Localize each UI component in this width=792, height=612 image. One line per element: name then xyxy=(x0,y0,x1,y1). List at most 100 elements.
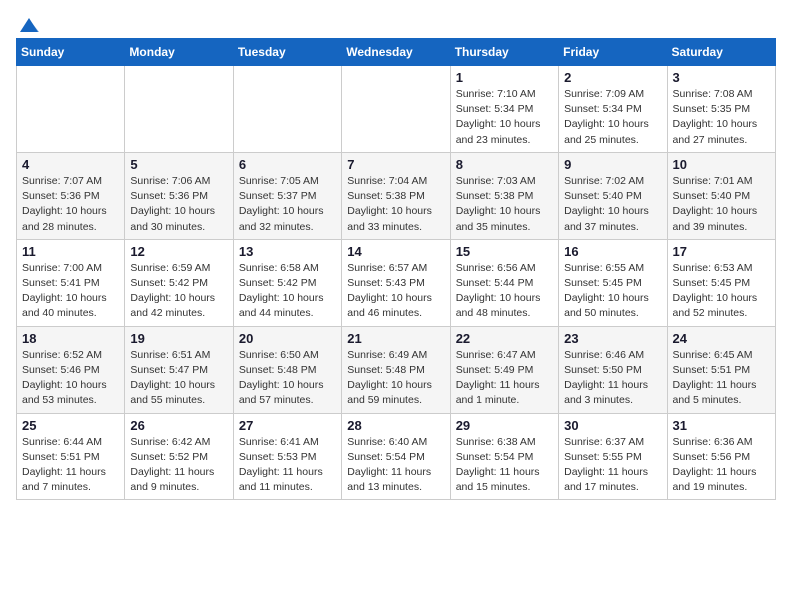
calendar-cell: 26 Sunrise: 6:42 AM Sunset: 5:52 PM Dayli… xyxy=(125,413,233,500)
day-number: 30 xyxy=(564,418,661,433)
day-number: 10 xyxy=(673,157,770,172)
day-info: Sunrise: 7:06 AM Sunset: 5:36 PM Dayligh… xyxy=(130,174,227,235)
day-number: 24 xyxy=(673,331,770,346)
calendar-cell: 10Sunrise: 7:01 AM Sunset: 5:40 PM Dayli… xyxy=(667,152,775,239)
day-number: 19 xyxy=(130,331,227,346)
day-info: Sunrise: 7:09 AM Sunset: 5:34 PM Dayligh… xyxy=(564,87,661,148)
calendar-cell: 8 Sunrise: 7:03 AM Sunset: 5:38 PM Daylig… xyxy=(450,152,558,239)
page-header xyxy=(16,16,776,30)
weekday-header: Wednesday xyxy=(342,39,450,66)
day-info: Sunrise: 7:04 AM Sunset: 5:38 PM Dayligh… xyxy=(347,174,444,235)
day-info: Sunrise: 6:40 AM Sunset: 5:54 PM Dayligh… xyxy=(347,435,444,496)
day-number: 14 xyxy=(347,244,444,259)
weekday-header: Thursday xyxy=(450,39,558,66)
calendar-cell: 25 Sunrise: 6:44 AM Sunset: 5:51 PM Dayli… xyxy=(17,413,125,500)
calendar-week-row: 18 Sunrise: 6:52 AM Sunset: 5:46 PM Dayli… xyxy=(17,326,776,413)
day-number: 31 xyxy=(673,418,770,433)
day-number: 18 xyxy=(22,331,119,346)
day-number: 27 xyxy=(239,418,336,433)
day-number: 5 xyxy=(130,157,227,172)
day-number: 9 xyxy=(564,157,661,172)
calendar-cell xyxy=(17,66,125,153)
day-info: Sunrise: 6:51 AM Sunset: 5:47 PM Dayligh… xyxy=(130,348,227,409)
day-info: Sunrise: 6:58 AM Sunset: 5:42 PM Dayligh… xyxy=(239,261,336,322)
day-info: Sunrise: 6:53 AM Sunset: 5:45 PM Dayligh… xyxy=(673,261,770,322)
calendar-cell xyxy=(342,66,450,153)
day-info: Sunrise: 7:10 AM Sunset: 5:34 PM Dayligh… xyxy=(456,87,553,148)
calendar-cell: 22 Sunrise: 6:47 AM Sunset: 5:49 PM Dayli… xyxy=(450,326,558,413)
calendar-header-row: SundayMondayTuesdayWednesdayThursdayFrid… xyxy=(17,39,776,66)
day-info: Sunrise: 6:52 AM Sunset: 5:46 PM Dayligh… xyxy=(22,348,119,409)
calendar-cell: 7 Sunrise: 7:04 AM Sunset: 5:38 PM Daylig… xyxy=(342,152,450,239)
day-info: Sunrise: 6:44 AM Sunset: 5:51 PM Dayligh… xyxy=(22,435,119,496)
calendar-cell: 11Sunrise: 7:00 AM Sunset: 5:41 PM Dayli… xyxy=(17,239,125,326)
day-info: Sunrise: 6:42 AM Sunset: 5:52 PM Dayligh… xyxy=(130,435,227,496)
day-info: Sunrise: 6:50 AM Sunset: 5:48 PM Dayligh… xyxy=(239,348,336,409)
day-number: 8 xyxy=(456,157,553,172)
day-info: Sunrise: 6:55 AM Sunset: 5:45 PM Dayligh… xyxy=(564,261,661,322)
weekday-header: Tuesday xyxy=(233,39,341,66)
day-number: 15 xyxy=(456,244,553,259)
calendar-cell: 24 Sunrise: 6:45 AM Sunset: 5:51 PM Dayli… xyxy=(667,326,775,413)
calendar-week-row: 25 Sunrise: 6:44 AM Sunset: 5:51 PM Dayli… xyxy=(17,413,776,500)
calendar-week-row: 4 Sunrise: 7:07 AM Sunset: 5:36 PM Daylig… xyxy=(17,152,776,239)
day-number: 4 xyxy=(22,157,119,172)
day-info: Sunrise: 6:37 AM Sunset: 5:55 PM Dayligh… xyxy=(564,435,661,496)
calendar-cell xyxy=(233,66,341,153)
day-number: 3 xyxy=(673,70,770,85)
day-info: Sunrise: 6:57 AM Sunset: 5:43 PM Dayligh… xyxy=(347,261,444,322)
day-number: 7 xyxy=(347,157,444,172)
calendar-cell: 27 Sunrise: 6:41 AM Sunset: 5:53 PM Dayli… xyxy=(233,413,341,500)
calendar-cell: 1 Sunrise: 7:10 AM Sunset: 5:34 PM Daylig… xyxy=(450,66,558,153)
calendar-cell: 3Sunrise: 7:08 AM Sunset: 5:35 PM Daylig… xyxy=(667,66,775,153)
calendar-week-row: 1 Sunrise: 7:10 AM Sunset: 5:34 PM Daylig… xyxy=(17,66,776,153)
day-info: Sunrise: 6:46 AM Sunset: 5:50 PM Dayligh… xyxy=(564,348,661,409)
calendar-cell: 17 Sunrise: 6:53 AM Sunset: 5:45 PM Dayli… xyxy=(667,239,775,326)
calendar-cell: 18 Sunrise: 6:52 AM Sunset: 5:46 PM Dayli… xyxy=(17,326,125,413)
calendar-table: SundayMondayTuesdayWednesdayThursdayFrid… xyxy=(16,38,776,500)
day-info: Sunrise: 6:36 AM Sunset: 5:56 PM Dayligh… xyxy=(673,435,770,496)
day-number: 25 xyxy=(22,418,119,433)
calendar-cell: 31 Sunrise: 6:36 AM Sunset: 5:56 PM Dayli… xyxy=(667,413,775,500)
day-info: Sunrise: 6:45 AM Sunset: 5:51 PM Dayligh… xyxy=(673,348,770,409)
day-info: Sunrise: 7:07 AM Sunset: 5:36 PM Dayligh… xyxy=(22,174,119,235)
calendar-cell: 6Sunrise: 7:05 AM Sunset: 5:37 PM Daylig… xyxy=(233,152,341,239)
calendar-cell: 15 Sunrise: 6:56 AM Sunset: 5:44 PM Dayli… xyxy=(450,239,558,326)
day-number: 1 xyxy=(456,70,553,85)
calendar-cell: 5 Sunrise: 7:06 AM Sunset: 5:36 PM Daylig… xyxy=(125,152,233,239)
calendar-cell: 14 Sunrise: 6:57 AM Sunset: 5:43 PM Dayli… xyxy=(342,239,450,326)
day-info: Sunrise: 6:47 AM Sunset: 5:49 PM Dayligh… xyxy=(456,348,553,409)
calendar-cell: 16 Sunrise: 6:55 AM Sunset: 5:45 PM Dayli… xyxy=(559,239,667,326)
weekday-header: Saturday xyxy=(667,39,775,66)
day-number: 28 xyxy=(347,418,444,433)
weekday-header: Friday xyxy=(559,39,667,66)
day-info: Sunrise: 6:38 AM Sunset: 5:54 PM Dayligh… xyxy=(456,435,553,496)
day-info: Sunrise: 7:02 AM Sunset: 5:40 PM Dayligh… xyxy=(564,174,661,235)
calendar-cell: 29Sunrise: 6:38 AM Sunset: 5:54 PM Dayli… xyxy=(450,413,558,500)
calendar-cell: 12Sunrise: 6:59 AM Sunset: 5:42 PM Dayli… xyxy=(125,239,233,326)
day-number: 6 xyxy=(239,157,336,172)
weekday-header: Sunday xyxy=(17,39,125,66)
day-number: 16 xyxy=(564,244,661,259)
day-number: 26 xyxy=(130,418,227,433)
day-number: 17 xyxy=(673,244,770,259)
calendar-cell: 21 Sunrise: 6:49 AM Sunset: 5:48 PM Dayli… xyxy=(342,326,450,413)
day-number: 13 xyxy=(239,244,336,259)
calendar-cell: 28 Sunrise: 6:40 AM Sunset: 5:54 PM Dayli… xyxy=(342,413,450,500)
day-info: Sunrise: 7:00 AM Sunset: 5:41 PM Dayligh… xyxy=(22,261,119,322)
day-info: Sunrise: 6:41 AM Sunset: 5:53 PM Dayligh… xyxy=(239,435,336,496)
calendar-cell: 4 Sunrise: 7:07 AM Sunset: 5:36 PM Daylig… xyxy=(17,152,125,239)
day-number: 2 xyxy=(564,70,661,85)
day-number: 23 xyxy=(564,331,661,346)
day-number: 22 xyxy=(456,331,553,346)
day-number: 20 xyxy=(239,331,336,346)
weekday-header: Monday xyxy=(125,39,233,66)
day-number: 21 xyxy=(347,331,444,346)
day-info: Sunrise: 7:03 AM Sunset: 5:38 PM Dayligh… xyxy=(456,174,553,235)
day-info: Sunrise: 6:49 AM Sunset: 5:48 PM Dayligh… xyxy=(347,348,444,409)
calendar-cell: 23 Sunrise: 6:46 AM Sunset: 5:50 PM Dayli… xyxy=(559,326,667,413)
calendar-cell: 9 Sunrise: 7:02 AM Sunset: 5:40 PM Daylig… xyxy=(559,152,667,239)
calendar-cell: 2 Sunrise: 7:09 AM Sunset: 5:34 PM Daylig… xyxy=(559,66,667,153)
calendar-cell: 30 Sunrise: 6:37 AM Sunset: 5:55 PM Dayli… xyxy=(559,413,667,500)
day-info: Sunrise: 6:56 AM Sunset: 5:44 PM Dayligh… xyxy=(456,261,553,322)
